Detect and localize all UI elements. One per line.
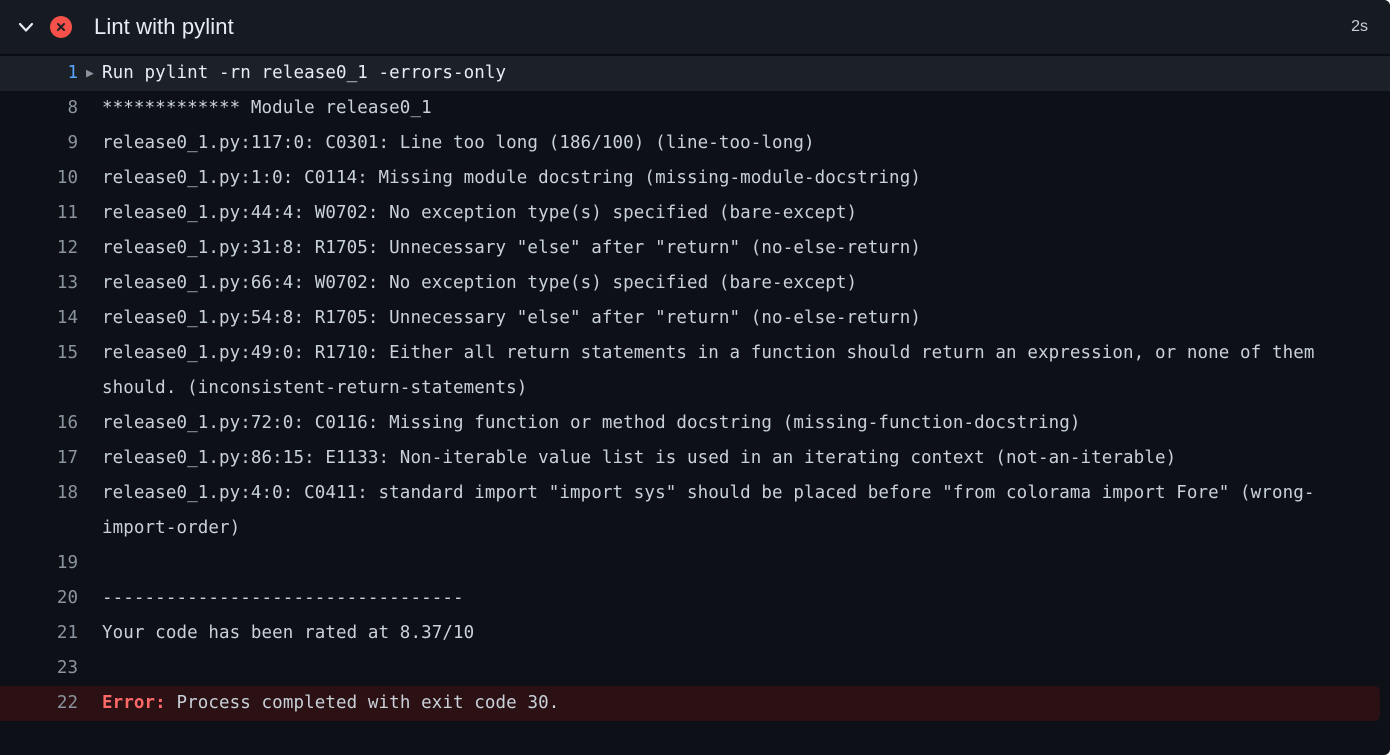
line-number: 17 — [56, 448, 78, 468]
log-row-command[interactable]: 1 ▶ Run pylint -rn release0_1 -errors-on… — [0, 56, 1390, 91]
log-output: 1 ▶ Run pylint -rn release0_1 -errors-on… — [0, 56, 1390, 723]
error-message: Process completed with exit code 30. — [165, 693, 560, 713]
log-row: 10 release0_1.py:1:0: C0114: Missing mod… — [0, 161, 1390, 196]
log-line-content: ************* Module release0_1 — [102, 98, 432, 118]
line-number: 8 — [67, 98, 78, 118]
log-row: 13 release0_1.py:66:4: W0702: No excepti… — [0, 266, 1390, 301]
log-row-error: 22 Error: Process completed with exit co… — [0, 686, 1380, 721]
log-row: 9 release0_1.py:117:0: C0301: Line too l… — [0, 126, 1390, 161]
log-row: 19 — [0, 546, 1390, 581]
log-line-content: release0_1.py:44:4: W0702: No exception … — [102, 203, 858, 223]
log-row: 18 release0_1.py:4:0: C0411: standard im… — [0, 476, 1390, 546]
error-label: Error: — [102, 693, 166, 713]
line-number: 11 — [56, 203, 78, 223]
log-row: 11 release0_1.py:44:4: W0702: No excepti… — [0, 196, 1390, 231]
log-header[interactable]: Lint with pylint 2s — [0, 0, 1390, 54]
line-number: 15 — [56, 343, 78, 363]
log-line-content: release0_1.py:72:0: C0116: Missing funct… — [102, 413, 1081, 433]
log-line-content: Error: Process completed with exit code … — [78, 686, 1380, 721]
line-number: 14 — [56, 308, 78, 328]
log-title: Lint with pylint — [94, 14, 234, 39]
line-number: 13 — [56, 273, 78, 293]
line-number: 20 — [56, 588, 78, 608]
line-number: 21 — [56, 623, 78, 643]
log-line-content: release0_1.py:31:8: R1705: Unnecessary "… — [102, 238, 921, 258]
line-number: 18 — [56, 483, 78, 503]
log-line-content: release0_1.py:117:0: C0301: Line too lon… — [102, 133, 815, 153]
log-duration: 2s — [1351, 18, 1368, 35]
line-number: 16 — [56, 413, 78, 433]
log-line-content: release0_1.py:1:0: C0114: Missing module… — [102, 168, 921, 188]
line-number: 10 — [56, 168, 78, 188]
chevron-down-icon[interactable] — [8, 9, 44, 45]
line-number: 9 — [67, 133, 78, 153]
log-row: 17 release0_1.py:86:15: E1133: Non-itera… — [0, 441, 1390, 476]
log-row: 8 ************* Module release0_1 — [0, 91, 1390, 126]
log-row: 12 release0_1.py:31:8: R1705: Unnecessar… — [0, 231, 1390, 266]
line-number: 19 — [56, 553, 78, 573]
line-number: 22 — [56, 693, 78, 713]
log-row: 21 Your code has been rated at 8.37/10 — [0, 616, 1390, 651]
log-row: 16 release0_1.py:72:0: C0116: Missing fu… — [0, 406, 1390, 441]
log-line-content: Your code has been rated at 8.37/10 — [102, 623, 475, 643]
line-number: 12 — [56, 238, 78, 258]
log-panel: Lint with pylint 2s 1 ▶ Run pylint -rn r… — [0, 0, 1390, 755]
log-row: 14 release0_1.py:54:8: R1705: Unnecessar… — [0, 301, 1390, 336]
workflow-log-screen: Lint with pylint 2s 1 ▶ Run pylint -rn r… — [0, 0, 1400, 755]
log-line-content: ---------------------------------- — [102, 588, 464, 608]
line-number: 1 — [67, 63, 78, 83]
log-row: 23 — [0, 651, 1390, 686]
error-circle-x-icon — [50, 16, 72, 38]
log-line-content: release0_1.py:54:8: R1705: Unnecessary "… — [102, 308, 921, 328]
log-row: 20 ---------------------------------- — [0, 581, 1390, 616]
log-line-content: release0_1.py:4:0: C0411: standard impor… — [102, 483, 1315, 538]
log-line-content: release0_1.py:66:4: W0702: No exception … — [102, 273, 858, 293]
log-row: 15 release0_1.py:49:0: R1710: Either all… — [0, 336, 1390, 406]
log-line-content: ▶ Run pylint -rn release0_1 -errors-only — [78, 56, 1380, 91]
log-line-content: release0_1.py:49:0: R1710: Either all re… — [102, 343, 1326, 398]
line-number: 23 — [56, 658, 78, 678]
run-step-triangle-icon[interactable]: ▶ — [78, 56, 102, 91]
log-line-content: release0_1.py:86:15: E1133: Non-iterable… — [102, 448, 1177, 468]
command-text: Run pylint -rn release0_1 -errors-only — [102, 63, 507, 83]
